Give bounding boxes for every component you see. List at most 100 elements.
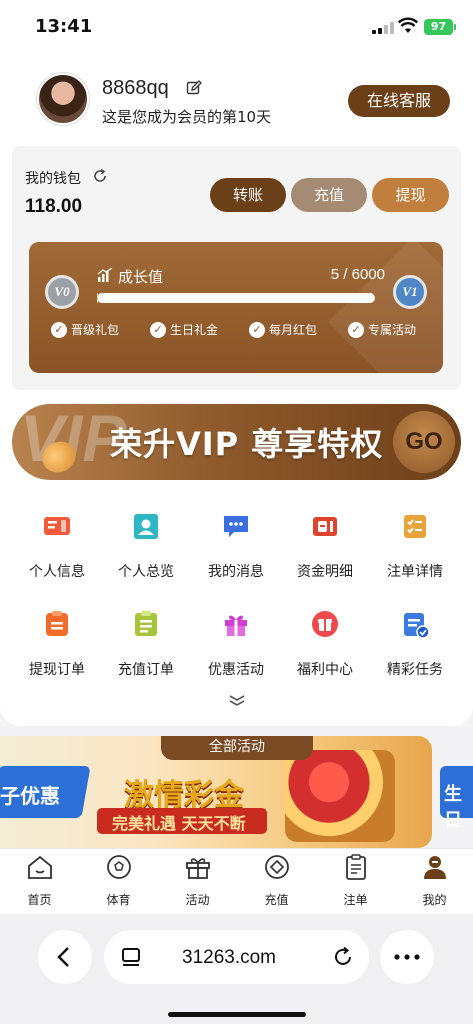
menu-label: 精彩任务: [387, 662, 443, 678]
message-icon: [224, 516, 248, 537]
menu-deposit-orders[interactable]: 充值订单: [101, 603, 191, 683]
url-text: 31263.com: [182, 947, 277, 968]
menu-personal-overview[interactable]: 个人总览: [101, 505, 191, 585]
refresh-icon[interactable]: [92, 168, 108, 184]
edit-icon[interactable]: [186, 80, 202, 96]
user-overview-icon: [134, 514, 158, 539]
online-service-button[interactable]: 在线客服: [348, 85, 450, 117]
status-time: 13:41: [35, 16, 93, 37]
username: 8868qq: [102, 77, 169, 99]
gift-icon: [186, 858, 210, 879]
tab-label: 活动: [185, 893, 210, 907]
task-icon: [404, 613, 430, 639]
menu-bet-details[interactable]: 注单详情: [370, 505, 460, 585]
current-vip-badge: V0: [45, 275, 79, 309]
deposit-button[interactable]: 充值: [291, 178, 367, 212]
chevron-left-icon: [57, 947, 69, 967]
deposit-icon: [265, 855, 289, 879]
kart-racer-illustration: [285, 750, 395, 842]
menu-label: 资金明细: [297, 564, 353, 580]
promo-side-text: 子优惠: [0, 784, 60, 808]
tab-activities[interactable]: 活动: [158, 849, 237, 915]
tab-label: 我的: [422, 893, 447, 907]
perk-item: ✓ 专属活动: [348, 321, 416, 339]
growth-card[interactable]: V0 成长值 5 / 6000 V1 ✓ 晋级礼包 ✓ 生日礼金 ✓ 每月红包 ✓ 专属…: [29, 242, 443, 373]
wifi-icon: [398, 17, 418, 33]
next-vip-badge: V1: [393, 275, 427, 309]
more-options-button[interactable]: [380, 930, 434, 984]
vip-slogan: 荣升VIP 尊享特权: [110, 425, 384, 463]
growth-chart-icon: [97, 268, 113, 282]
address-bar[interactable]: 31263.com: [104, 930, 369, 984]
expand-chevron-icon[interactable]: [228, 694, 246, 706]
tab-sports[interactable]: 体育: [79, 849, 158, 915]
transfer-button[interactable]: 转账: [210, 178, 286, 212]
menu-my-messages[interactable]: 我的消息: [191, 505, 281, 585]
profile-card: 8868qq 这是您成为会员的第10天 在线客服 我的钱包 118.00 转账 …: [0, 50, 473, 726]
menu-label: 个人总览: [118, 564, 174, 580]
ledger-icon: [313, 517, 337, 536]
check-icon: ✓: [51, 321, 67, 338]
menu-label: 优惠活动: [208, 662, 264, 678]
home-icon: [28, 855, 52, 879]
perk-item: ✓ 每月红包: [249, 321, 317, 339]
home-indicator: [168, 1012, 306, 1017]
tab-overview-icon[interactable]: [120, 946, 142, 968]
tab-bets[interactable]: 注单: [316, 849, 395, 915]
menu-promotions[interactable]: 优惠活动: [191, 603, 281, 683]
welfare-icon: [312, 611, 338, 637]
reload-icon[interactable]: [332, 946, 354, 968]
cellular-signal-icon: [372, 22, 394, 34]
menu-label: 个人信息: [29, 564, 85, 580]
growth-progress-fill: [97, 293, 99, 303]
perk-item: ✓ 生日礼金: [150, 321, 218, 339]
check-icon: ✓: [348, 321, 364, 338]
tab-label: 充值: [264, 893, 289, 907]
member-days-text: 这是您成为会员的第10天: [102, 108, 272, 126]
menu-label: 我的消息: [208, 564, 264, 580]
growth-title: 成长值: [118, 268, 164, 286]
status-bar: 13:41 97: [0, 0, 473, 50]
ball-icon: [107, 855, 131, 879]
menu-label: 充值订单: [118, 662, 174, 678]
browser-toolbar: 31263.com: [0, 914, 473, 1024]
check-icon: ✓: [249, 321, 265, 338]
tab-home[interactable]: 首页: [0, 849, 79, 915]
activity-ribbon-text: 完美礼遇 天天不断: [112, 814, 246, 833]
menu-label: 提现订单: [29, 662, 85, 678]
profile-icon: [424, 856, 446, 879]
menu-welfare-center[interactable]: 福利中心: [280, 603, 370, 683]
back-button[interactable]: [38, 930, 92, 984]
tab-mine[interactable]: 我的: [395, 849, 473, 915]
tab-deposit[interactable]: 充值: [237, 849, 316, 915]
menu-personal-info[interactable]: 个人信息: [12, 505, 102, 585]
vip-go-button[interactable]: GO: [393, 411, 455, 473]
tab-label: 体育: [106, 893, 131, 907]
growth-progress-text: 5 / 6000: [330, 266, 385, 283]
more-dots-icon: [394, 954, 420, 960]
next-banner-text: 生日: [444, 784, 462, 831]
all-activities-tab[interactable]: 全部活动: [161, 736, 313, 760]
wallet-balance: 118.00: [25, 196, 83, 217]
tab-label: 注单: [343, 893, 368, 907]
perk-item: ✓ 晋级礼包: [51, 321, 119, 339]
menu-featured-tasks[interactable]: 精彩任务: [370, 603, 460, 683]
menu-label: 福利中心: [297, 662, 353, 678]
tab-label: 首页: [27, 893, 52, 907]
withdraw-order-icon: [46, 611, 68, 636]
activity-carousel[interactable]: 子优惠 激情彩金 完美礼遇 天天不断 全部活动 生日: [0, 736, 473, 848]
avatar[interactable]: [37, 73, 89, 125]
vip-promo-banner[interactable]: VIP 荣升VIP 尊享特权 GO: [12, 404, 461, 480]
menu-fund-details[interactable]: 资金明细: [280, 505, 370, 585]
id-card-icon: [44, 517, 70, 535]
wallet-label: 我的钱包: [25, 171, 81, 187]
clipboard-icon: [346, 854, 366, 880]
wallet-panel: 我的钱包 118.00 转账 充值 提现 V0 成长值 5 / 6000 V1 …: [12, 146, 461, 390]
menu-withdraw-orders[interactable]: 提现订单: [12, 603, 102, 683]
vip-perks: ✓ 晋级礼包 ✓ 生日礼金 ✓ 每月红包 ✓ 专属活动: [51, 321, 431, 339]
deposit-order-icon: [135, 611, 157, 636]
gift-icon: [225, 615, 247, 636]
checklist-icon: [404, 515, 426, 538]
withdraw-button[interactable]: 提现: [372, 178, 449, 212]
growth-progress-bar: [97, 293, 375, 303]
